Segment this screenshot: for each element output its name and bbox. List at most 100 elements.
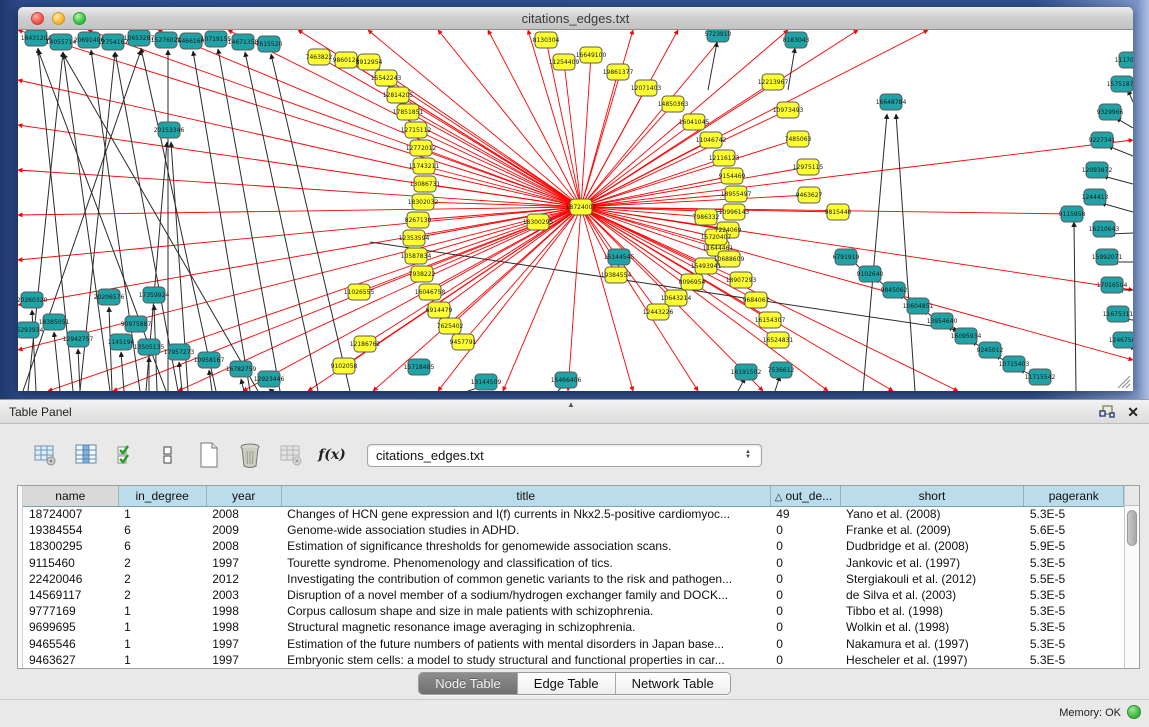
table-cell[interactable]: 0 [770,522,840,538]
table-cell[interactable]: 9463627 [23,652,118,668]
column-header-title[interactable]: title [281,486,770,506]
node-table-grid[interactable]: namein_degreeyeartitle△out_de...shortpag… [23,486,1124,668]
table-cell[interactable]: 1997 [206,652,281,668]
column-header-out_de[interactable]: △out_de... [770,486,840,506]
memory-ok-indicator-icon[interactable] [1127,705,1141,719]
table-row[interactable]: 1938455462009Genome-wide association stu… [23,522,1124,538]
row-height-button[interactable] [155,442,181,468]
table-cell[interactable]: 9777169 [23,603,118,619]
table-row[interactable]: 1830029562008Estimation of significance … [23,538,1124,554]
select-attributes-button[interactable] [114,442,140,468]
table-cell[interactable]: 2 [118,571,206,587]
table-cell[interactable]: 18300295 [23,538,118,554]
resize-grip[interactable] [1118,376,1130,388]
table-cell[interactable]: Yano et al. (2008) [840,506,1024,522]
table-cell[interactable]: Tourette syndrome. Phenomenology and cla… [281,555,770,571]
table-cell[interactable]: Structural magnetic resonance image aver… [281,619,770,635]
table-cell[interactable]: Estimation of significance thresholds fo… [281,538,770,554]
delete-table-button[interactable] [237,442,263,468]
table-row[interactable]: 1456911722003Disruption of a novel membe… [23,587,1124,603]
table-cell[interactable]: Stergiakouli et al. (2012) [840,571,1024,587]
table-cell[interactable]: 5.6E-5 [1024,522,1124,538]
table-cell[interactable]: Estimation of the future numbers of pati… [281,636,770,652]
table-cell[interactable]: Investigating the contribution of common… [281,571,770,587]
table-cell[interactable]: 1997 [206,636,281,652]
table-cell[interactable]: 5.3E-5 [1024,652,1124,668]
table-cell[interactable]: 0 [770,636,840,652]
select-column-button[interactable] [73,442,99,468]
table-cell[interactable]: 2009 [206,522,281,538]
table-row[interactable]: 911546021997Tourette syndrome. Phenomeno… [23,555,1124,571]
column-header-pagerank[interactable]: pagerank [1024,486,1124,506]
table-cell[interactable]: Changes of HCN gene expression and I(f) … [281,506,770,522]
table-cell[interactable]: 5.3E-5 [1024,636,1124,652]
table-cell[interactable]: 5.3E-5 [1024,619,1124,635]
function-builder-button[interactable]: f(x) [319,442,345,468]
table-cell[interactable]: Hescheler et al. (1997) [840,652,1024,668]
float-panel-icon[interactable] [1099,405,1115,419]
table-cell[interactable]: Wolkin et al. (1998) [840,619,1024,635]
tab-network-table[interactable]: Network Table [616,673,730,694]
table-mode-button[interactable] [32,442,58,468]
new-table-button[interactable] [196,442,222,468]
table-scrollbar[interactable] [1124,486,1139,668]
table-cell[interactable]: 1998 [206,603,281,619]
table-cell[interactable]: 9115460 [23,555,118,571]
table-cell[interactable]: Genome-wide association studies in ADHD. [281,522,770,538]
table-cell[interactable]: 2012 [206,571,281,587]
column-header-year[interactable]: year [206,486,281,506]
table-row[interactable]: 946362711997Embryonic stem cells: a mode… [23,652,1124,668]
table-cell[interactable]: 6 [118,538,206,554]
table-cell[interactable]: 2008 [206,538,281,554]
table-cell[interactable]: 2008 [206,506,281,522]
table-cell[interactable]: 5.3E-5 [1024,506,1124,522]
column-header-in_degree[interactable]: in_degree [118,486,206,506]
table-cell[interactable]: Dudbridge et al. (2008) [840,538,1024,554]
table-cell[interactable]: 9465546 [23,636,118,652]
table-cell[interactable]: 9699695 [23,619,118,635]
table-cell[interactable]: 5.3E-5 [1024,603,1124,619]
table-cell[interactable]: 0 [770,603,840,619]
table-cell[interactable]: 49 [770,506,840,522]
table-cell[interactable]: Disruption of a novel member of a sodium… [281,587,770,603]
network-canvas[interactable]: 1843120414055714206914061275416710653287… [18,30,1133,391]
table-cell[interactable]: 2003 [206,587,281,603]
table-cell[interactable]: 1 [118,619,206,635]
table-cell[interactable]: 5.3E-5 [1024,555,1124,571]
table-cell[interactable]: 0 [770,587,840,603]
table-cell[interactable]: de Silva et al. (2003) [840,587,1024,603]
table-cell[interactable]: 14569117 [23,587,118,603]
table-cell[interactable]: 1998 [206,619,281,635]
table-cell[interactable]: Tibbo et al. (1998) [840,603,1024,619]
column-header-name[interactable]: name [23,486,118,506]
table-cell[interactable]: 0 [770,619,840,635]
table-row[interactable]: 1872400712008Changes of HCN gene express… [23,506,1124,522]
table-cell[interactable]: 2 [118,555,206,571]
table-cell[interactable]: Jankovic et al. (1997) [840,555,1024,571]
table-cell[interactable]: 5.5E-5 [1024,571,1124,587]
table-cell[interactable]: Corpus callosum shape and size in male p… [281,603,770,619]
tab-node-table[interactable]: Node Table [419,673,518,694]
table-cell[interactable]: 19384554 [23,522,118,538]
table-cell[interactable]: 5.3E-5 [1024,587,1124,603]
network-graph[interactable]: 1843120414055714206914061275416710653287… [18,30,1133,391]
table-cell[interactable]: 0 [770,538,840,554]
table-cell[interactable]: 1 [118,506,206,522]
table-cell[interactable]: 1 [118,652,206,668]
table-cell[interactable]: 1997 [206,555,281,571]
table-row[interactable]: 969969511998Structural magnetic resonanc… [23,619,1124,635]
table-cell[interactable]: 1 [118,636,206,652]
window-titlebar[interactable]: citations_edges.txt [18,7,1133,30]
column-header-short[interactable]: short [840,486,1024,506]
tab-edge-table[interactable]: Edge Table [518,673,616,694]
table-cell[interactable]: 18724007 [23,506,118,522]
table-cell[interactable]: 0 [770,652,840,668]
table-cell[interactable]: 1 [118,603,206,619]
table-row[interactable]: 946554611997Estimation of the future num… [23,636,1124,652]
close-panel-icon[interactable]: ✕ [1127,403,1139,421]
table-cell[interactable]: 22420046 [23,571,118,587]
splitter-handle-icon[interactable]: ▲ [567,400,575,409]
table-selector-dropdown[interactable]: citations_edges.txt ▲▼ [367,444,762,467]
table-cell[interactable]: 2 [118,587,206,603]
table-cell[interactable]: Franke et al. (2009) [840,522,1024,538]
